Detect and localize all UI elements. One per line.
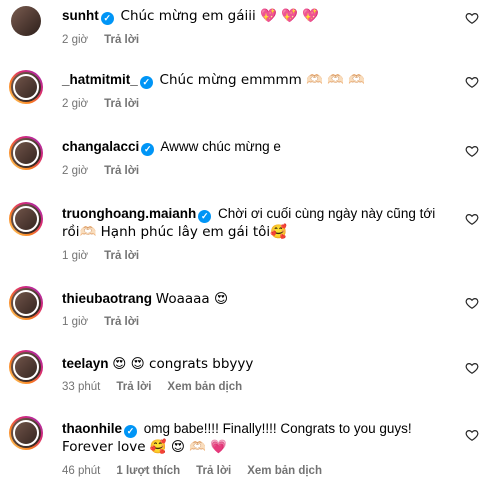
verified-badge-icon: ✓ — [141, 143, 155, 156]
comment-username[interactable]: truonghoang.maianh — [62, 206, 196, 221]
reply-button[interactable]: Trả lời — [104, 250, 139, 262]
heart-outline-icon[interactable] — [465, 212, 479, 226]
comment-meta: 2 giờ Trả lời — [62, 98, 139, 110]
comment-time: 1 giờ — [62, 250, 89, 262]
comment-time: 1 giờ — [62, 316, 89, 328]
comment-text: Forever love 🥰 😍 🫶🏻 💗 — [62, 439, 228, 455]
comment-text: Awww chúc mừng e — [160, 139, 281, 154]
see-translation-button[interactable]: Xem bản dịch — [167, 381, 242, 393]
avatar[interactable] — [9, 70, 43, 104]
comment-time: 46 phút — [62, 465, 101, 477]
avatar[interactable] — [9, 350, 43, 384]
heart-outline-icon[interactable] — [465, 144, 479, 158]
comment-username[interactable]: sunht — [62, 8, 99, 23]
verified-badge-icon: ✓ — [100, 12, 114, 25]
comment-meta: 33 phút Trả lời Xem bản dịch — [62, 381, 242, 393]
reply-button[interactable]: Trả lời — [104, 165, 139, 177]
comment-username[interactable]: teelayn — [62, 356, 109, 371]
likes-count-button[interactable]: 1 lượt thích — [116, 465, 180, 477]
comment-text: Chời ơi cuối cùng ngày này cũng tới — [218, 206, 436, 221]
comment-text: Woaaaa 😍 — [155, 291, 229, 307]
verified-badge-icon: ✓ — [198, 210, 212, 223]
comment-body: truonghoang.maianh ✓ Chời ơi cuối cùng ng… — [62, 205, 449, 241]
comment-body: thaonhile ✓ omg babe!!!! Finally!!!! Cong… — [62, 420, 449, 456]
verified-badge-icon: ✓ — [139, 76, 153, 89]
heart-outline-icon[interactable] — [465, 11, 479, 25]
comment-username[interactable]: thaonhile — [62, 421, 122, 436]
avatar[interactable] — [9, 416, 43, 450]
comment-meta: 1 giờ Trả lời — [62, 316, 139, 328]
reply-button[interactable]: Trả lời — [104, 316, 139, 328]
comment-text: Chúc mừng em gáiii 💖 💖 💖 — [120, 8, 320, 24]
comment-text: omg babe!!!! Finally!!!! Congrats to you… — [143, 421, 412, 436]
comment-text: Chúc mừng emmmm 🫶🏻 🫶🏻 🫶🏻 — [159, 72, 366, 88]
comment-body: thieubaotrang Woaaaa 😍 — [62, 290, 449, 308]
comment-time: 33 phút — [62, 381, 101, 393]
avatar[interactable] — [9, 286, 43, 320]
see-translation-button[interactable]: Xem bản dịch — [247, 465, 322, 477]
comment-meta: 46 phút 1 lượt thích Trả lời Xem bản dịc… — [62, 465, 322, 477]
comment-username[interactable]: changalacci — [62, 139, 139, 154]
comment-meta: 2 giờ Trả lời — [62, 34, 139, 46]
reply-button[interactable]: Trả lời — [116, 381, 151, 393]
comment-body: changalacci ✓ Awww chúc mừng e — [62, 138, 449, 156]
comment-username[interactable]: _hatmitmit_ — [62, 72, 138, 87]
comment-username[interactable]: thieubaotrang — [62, 291, 152, 306]
verified-badge-icon: ✓ — [124, 425, 137, 438]
avatar[interactable] — [9, 136, 43, 170]
comment-text: rồi🫶🏻 Hạnh phúc lây em gái tôi🥰 — [62, 224, 287, 240]
reply-button[interactable]: Trả lời — [104, 34, 139, 46]
heart-outline-icon[interactable] — [465, 361, 479, 375]
comment-meta: 1 giờ Trả lời — [62, 250, 139, 262]
comment-time: 2 giờ — [62, 34, 89, 46]
comment-text: 😍 😍 congrats bbyyy — [112, 356, 254, 372]
comment-time: 2 giờ — [62, 98, 89, 110]
heart-outline-icon[interactable] — [465, 75, 479, 89]
avatar[interactable] — [11, 6, 41, 36]
heart-outline-icon[interactable] — [465, 296, 479, 310]
comment-body: teelayn 😍 😍 congrats bbyyy — [62, 355, 449, 373]
comment-time: 2 giờ — [62, 165, 89, 177]
comment-body: sunht ✓ Chúc mừng em gáiii 💖 💖 💖 — [62, 7, 449, 25]
avatar[interactable] — [9, 202, 43, 236]
reply-button[interactable]: Trả lời — [104, 98, 139, 110]
comment-body: _hatmitmit_ ✓ Chúc mừng emmmm 🫶🏻 🫶🏻 🫶🏻 — [62, 71, 449, 89]
heart-outline-icon[interactable] — [465, 428, 479, 442]
comment-meta: 2 giờ Trả lời — [62, 165, 139, 177]
reply-button[interactable]: Trả lời — [196, 465, 231, 477]
